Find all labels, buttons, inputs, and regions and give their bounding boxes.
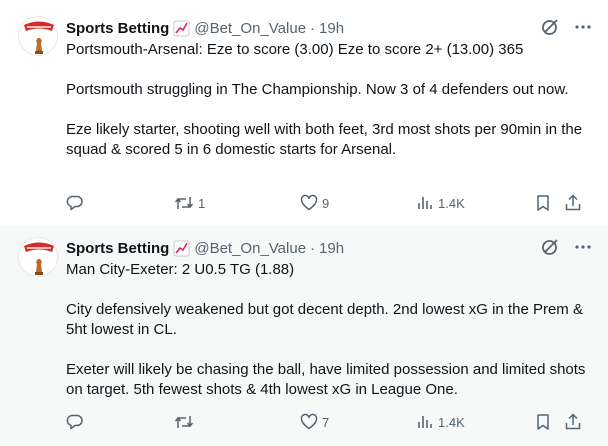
tweet-2[interactable]: Sports Betting @Bet_On_Value · 19h Man C… [0,227,608,446]
view-count: 1.4K [438,195,465,211]
like-button[interactable]: 7 [300,411,329,433]
retweet-button[interactable] [174,411,198,433]
action-bar: 7 1.4K [66,411,586,433]
author-name[interactable]: Sports Betting [66,240,169,257]
share-icon [565,194,581,211]
tweet-paragraph: Eze likely starter, shooting well with b… [66,121,583,158]
retweet-button[interactable]: 1 [174,192,205,214]
view-count: 1.4K [438,414,465,430]
reply-button[interactable] [66,192,88,214]
tweet-paragraph: City defensively weakened but got decent… [66,301,583,338]
bookmark-button[interactable] [534,411,552,433]
timestamp[interactable]: 19h [319,20,344,37]
chart-increasing-icon [173,20,190,37]
avatar[interactable] [18,237,58,277]
tweet-paragraph: Exeter will likely be chasing the ball, … [66,361,586,398]
reply-icon [66,414,83,430]
chart-increasing-icon [173,240,190,257]
bookmark-button[interactable] [534,192,552,214]
reply-icon [66,195,83,211]
separator-dot: · [310,239,316,257]
like-icon [300,413,318,430]
grok-icon[interactable] [540,17,560,42]
like-count: 9 [322,195,330,211]
views-button[interactable]: 1.4K [416,411,465,433]
more-icon[interactable] [574,238,592,261]
avatar[interactable] [18,16,58,56]
views-icon [418,197,432,209]
like-icon [300,194,318,211]
author-name[interactable]: Sports Betting [66,20,169,37]
timestamp[interactable]: 19h [319,240,344,257]
share-button[interactable] [564,411,582,433]
retweet-icon [174,197,194,209]
like-count: 7 [322,414,330,430]
author-handle[interactable]: @Bet_On_Value [194,20,306,37]
tweet-paragraph: Portsmouth-Arsenal: Eze to score (3.00) … [66,41,524,58]
tweet-text: Man City-Exeter: 2 U0.5 TG (1.88) City d… [66,260,596,400]
views-icon [418,416,432,428]
more-icon[interactable] [574,18,592,41]
tweet-text: Portsmouth-Arsenal: Eze to score (3.00) … [66,40,596,160]
tweet-paragraph: Man City-Exeter: 2 U0.5 TG (1.88) [66,261,295,278]
separator-dot: · [310,19,316,37]
retweet-count: 1 [198,195,206,211]
like-button[interactable]: 9 [300,192,329,214]
action-bar: 1 9 1.4K [66,192,586,214]
bookmark-icon [537,414,549,430]
reply-button[interactable] [66,411,88,433]
tweet-1[interactable]: Sports Betting @Bet_On_Value · 19h Ports… [0,0,608,227]
share-button[interactable] [564,192,582,214]
share-icon [565,413,581,430]
tweet-paragraph: Portsmouth struggling in The Championshi… [66,81,569,98]
author-handle[interactable]: @Bet_On_Value [194,240,306,257]
views-button[interactable]: 1.4K [416,192,465,214]
bookmark-icon [537,195,549,211]
retweet-icon [174,416,194,428]
grok-icon[interactable] [540,237,560,262]
